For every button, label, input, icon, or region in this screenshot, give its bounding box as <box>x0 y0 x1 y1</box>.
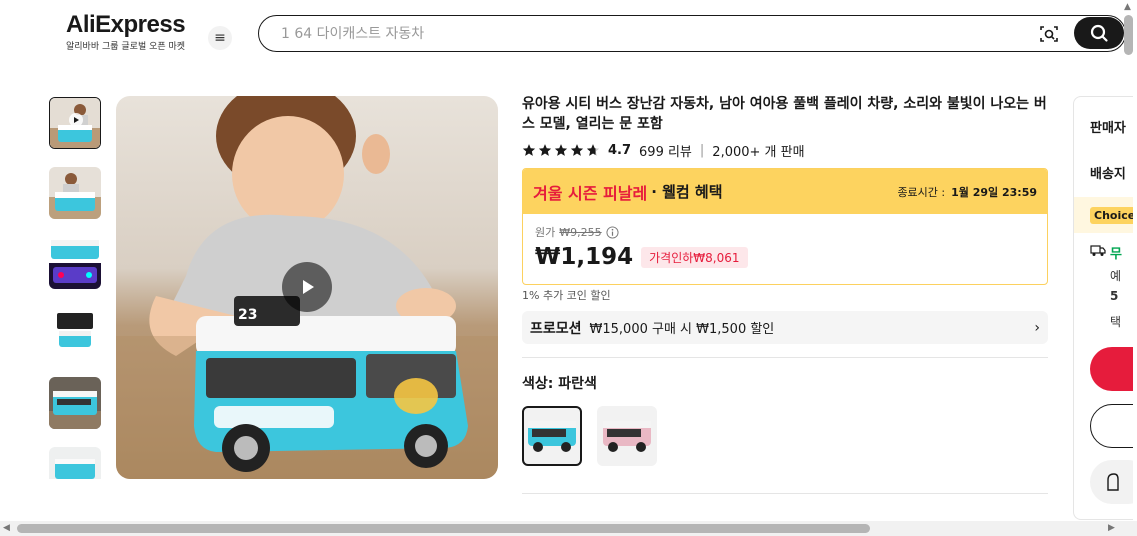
thumbnail-image <box>49 167 101 219</box>
end-time-value: 1월 29일 23:59 <box>951 185 1037 199</box>
search-icon <box>1090 24 1108 42</box>
thumbnail-image <box>49 237 101 289</box>
swatch-image <box>603 421 651 452</box>
swatch-image <box>528 421 576 452</box>
price-body: 원가 ₩9,255 ₩1,194 가격인하₩8,061 <box>523 214 1047 280</box>
page: AliExpress 알리바바 그룹 글로벌 오픈 마켓 ≡ 1 64 다이캐스… <box>0 0 1137 536</box>
svg-text:23: 23 <box>238 307 257 323</box>
color-swatch-pink[interactable] <box>597 406 657 466</box>
thumbnail-image <box>49 307 101 359</box>
promotion-label: 프로모션 <box>530 320 582 337</box>
thumbnail-image-6[interactable] <box>49 447 101 479</box>
thumbnail-image-3[interactable] <box>49 237 101 289</box>
horizontal-scrollbar-thumb[interactable] <box>17 524 870 533</box>
delivery-date: 5 <box>1110 289 1119 303</box>
thumbnail-image-5[interactable] <box>49 377 101 429</box>
rating-row[interactable]: 4.7 699 리뷰 | 2,000+ 개 판매 <box>522 140 805 160</box>
color-swatch-blue[interactable] <box>522 406 582 466</box>
welcome-label: · 웰컴 혜택 <box>651 183 723 201</box>
thumbnail-image-2[interactable] <box>49 167 101 219</box>
play-icon <box>303 280 314 294</box>
thumbnail-image <box>50 98 100 148</box>
free-shipping-label: 무 <box>1110 247 1122 262</box>
thumbnail-image-4[interactable] <box>49 307 101 359</box>
product-title: 유아용 시티 버스 장난감 자동차, 남아 여아용 풀백 플레이 차량, 소리와… <box>522 96 1047 132</box>
star-icon <box>554 144 568 156</box>
thumbnail-image <box>49 377 101 429</box>
shipping-label: 배송지 <box>1090 167 1126 182</box>
current-price: ₩1,194 <box>535 244 634 270</box>
star-half-icon <box>586 144 600 156</box>
star-icon <box>570 144 584 156</box>
original-price: ₩9,255 <box>559 225 602 239</box>
info-icon[interactable] <box>606 225 619 239</box>
separator: | <box>699 142 705 158</box>
thumbnail-image <box>49 447 101 479</box>
divider <box>522 493 1048 494</box>
price-row: ₩1,194 가격인하₩8,061 <box>535 244 1035 270</box>
share-icon <box>1107 473 1119 491</box>
main-product-image[interactable]: 23 <box>116 96 498 479</box>
discount-badge: 가격인하₩8,061 <box>641 246 748 268</box>
seller-label: 판매자 <box>1090 121 1126 136</box>
scroll-right-arrow[interactable]: ▶ <box>1108 523 1115 533</box>
chevron-right-icon: › <box>1034 319 1040 336</box>
sold-count: 2,000+ 개 판매 <box>712 144 805 160</box>
end-time-label: 종료시간 : <box>897 185 946 199</box>
original-price-label: 원가 <box>535 226 556 239</box>
end-time: 종료시간 : 1월 29일 23:59 <box>897 184 1037 200</box>
wishlist-button[interactable] <box>1090 460 1133 504</box>
truck-icon <box>1090 245 1106 256</box>
search-input[interactable] <box>281 23 1001 45</box>
purchase-panel: 판매자 배송지 Choice 무 예 5 택 <box>1073 96 1133 520</box>
star-icon <box>538 144 552 156</box>
search-button[interactable] <box>1074 17 1124 49</box>
aliexpress-logo[interactable]: AliExpress 알리바바 그룹 글로벌 오픈 마켓 <box>66 11 196 53</box>
promotion-text: ₩15,000 구매 시 ₩1,500 할인 <box>589 322 775 337</box>
delivery-text: 예 <box>1110 269 1122 283</box>
coin-discount-text: 1% 추가 코인 할인 <box>522 289 611 302</box>
buy-now-button[interactable] <box>1090 347 1133 391</box>
choice-banner: Choice <box>1074 197 1133 233</box>
search-bar <box>258 15 1126 52</box>
promotion-row[interactable]: 프로모션 ₩15,000 구매 시 ₩1,500 할인 › <box>522 311 1048 344</box>
logo-subtitle: 알리바바 그룹 글로벌 오픈 마켓 <box>66 42 186 52</box>
menu-icon[interactable]: ≡ <box>208 26 232 50</box>
divider <box>522 357 1048 358</box>
review-count[interactable]: 699 리뷰 <box>639 141 692 160</box>
image-search-icon[interactable] <box>1039 24 1059 44</box>
logo-text: AliExpress <box>66 11 186 38</box>
sale-label: 겨울 시즌 피날레 <box>533 183 648 203</box>
rating-stars <box>522 143 600 157</box>
vertical-scrollbar-thumb[interactable] <box>1124 15 1133 55</box>
original-price-row: 원가 ₩9,255 <box>535 224 1035 240</box>
price-promo-box: 겨울 시즌 피날레 · 웰컴 혜택 종료시간 : 1월 29일 23:59 원가 … <box>522 168 1048 285</box>
choice-badge: Choice <box>1090 207 1133 224</box>
add-to-cart-button[interactable] <box>1090 404 1133 448</box>
promo-banner: 겨울 시즌 피날레 · 웰컴 혜택 종료시간 : 1월 29일 23:59 <box>523 169 1047 214</box>
rating-value: 4.7 <box>608 142 632 158</box>
play-video-button[interactable] <box>282 262 332 312</box>
star-icon <box>522 144 536 156</box>
color-label: 색상: 파란색 <box>522 376 597 392</box>
scroll-up-arrow[interactable]: ▲ <box>1124 2 1131 12</box>
delivery-note: 택 <box>1110 315 1122 329</box>
thumbnail-video[interactable] <box>49 97 101 149</box>
scroll-left-arrow[interactable]: ◀ <box>3 523 10 533</box>
